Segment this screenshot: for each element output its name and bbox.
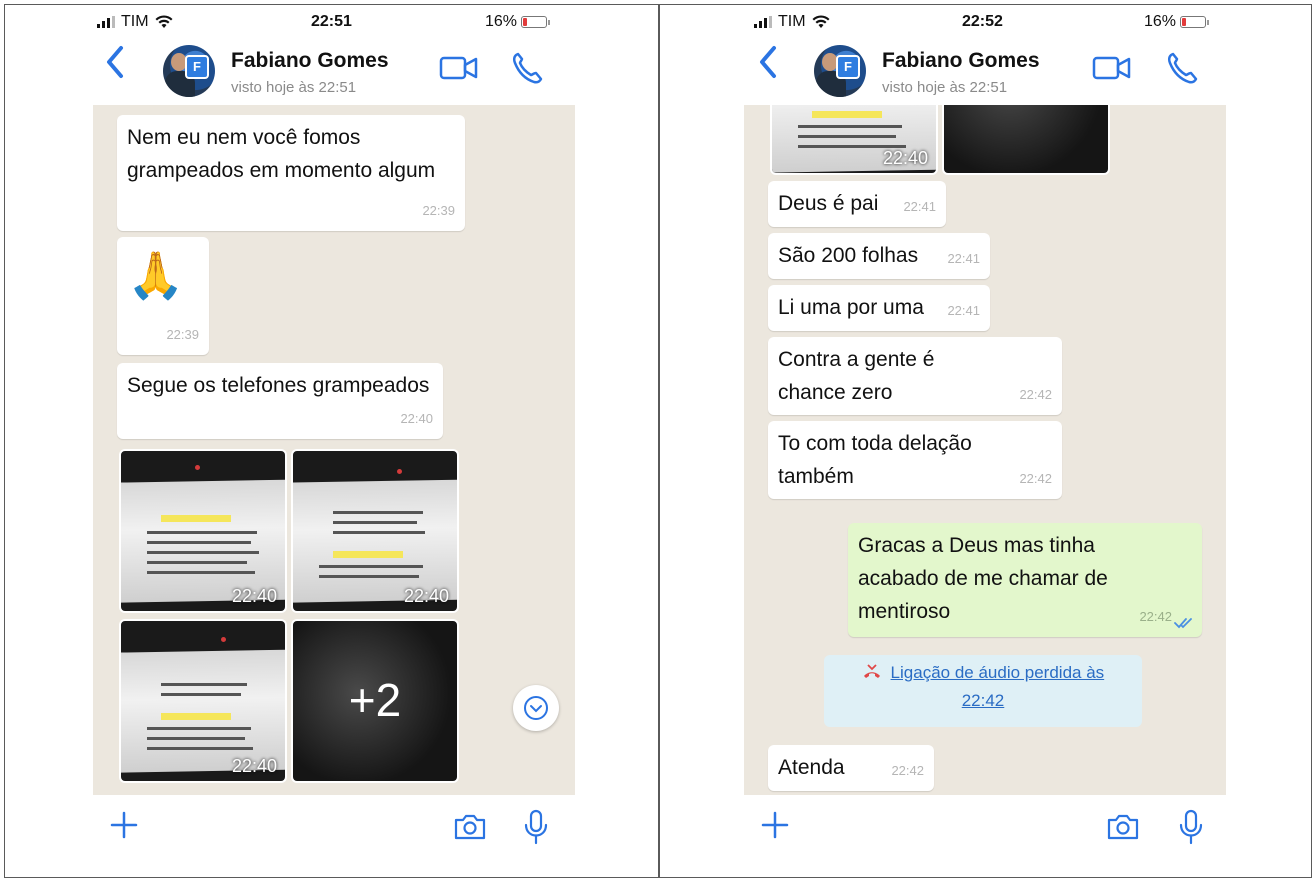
message-bubble[interactable]: Nem eu nem você fomos grampeados em mome… — [117, 115, 465, 231]
message-text: Nem eu nem você fomos grampeados em mome… — [127, 126, 436, 182]
battery-percent: 16% — [485, 13, 518, 30]
last-seen: visto hoje às 22:51 — [882, 79, 1008, 96]
image-thumbnail[interactable]: 22:40 — [291, 449, 459, 613]
image-thumbnail[interactable]: 22:40 — [119, 619, 287, 783]
image-time: 22:40 — [403, 586, 449, 606]
carrier-label: TIM — [121, 13, 149, 30]
input-bar — [5, 797, 658, 869]
avatar[interactable]: F — [814, 45, 866, 97]
wifi-icon — [155, 15, 173, 28]
message-text: Segue os telefones grampeados — [127, 374, 430, 397]
signal-icon — [754, 16, 772, 28]
image-time: 22:40 — [231, 756, 277, 776]
battery-icon — [1180, 16, 1210, 28]
scroll-down-button[interactable] — [513, 685, 559, 731]
carrier-group: TIM — [97, 13, 173, 31]
status-bar: TIM 22:51 16% — [5, 9, 658, 35]
message-text: Gracas a Deus mas tinha acabado de me ch… — [858, 534, 1108, 623]
status-time: 22:51 — [311, 13, 352, 30]
chat-area[interactable]: 22:40 Deus é pai 22:41 São 200 folhas 22… — [744, 105, 1226, 795]
message-time: 22:41 — [947, 251, 980, 266]
message-bubble[interactable]: Li uma por uma 22:41 — [768, 285, 990, 331]
contact-name[interactable]: Fabiano Gomes — [882, 49, 1040, 73]
chat-header: F Fabiano Gomes visto hoje às 22:51 — [5, 39, 658, 107]
video-call-icon[interactable] — [439, 55, 479, 86]
message-time: 22:42 — [1019, 471, 1052, 486]
message-bubble[interactable]: São 200 folhas 22:41 — [768, 233, 990, 279]
missed-call-line1: Ligação de áudio perdida às — [834, 659, 1132, 687]
message-bubble[interactable]: 🙏 22:39 — [117, 237, 209, 355]
battery-icon — [521, 16, 551, 28]
chat-header: F Fabiano Gomes visto hoje às 22:51 — [660, 39, 1311, 107]
message-text: To com toda delação também — [778, 432, 972, 488]
status-time: 22:52 — [962, 13, 1003, 30]
plus-icon[interactable] — [760, 807, 790, 850]
contact-name[interactable]: Fabiano Gomes — [231, 49, 389, 73]
right-screenshot: TIM 22:52 16% F Fabiano Gomes visto hoje… — [659, 4, 1312, 878]
message-time: 22:39 — [166, 327, 199, 342]
message-bubble[interactable]: Deus é pai 22:41 — [768, 181, 946, 227]
wifi-icon — [812, 15, 830, 28]
outgoing-message-bubble[interactable]: Gracas a Deus mas tinha acabado de me ch… — [848, 523, 1202, 637]
last-seen: visto hoje às 22:51 — [231, 79, 357, 96]
chat-area[interactable]: Nem eu nem você fomos grampeados em mome… — [93, 105, 575, 795]
avatar[interactable]: F — [163, 45, 215, 97]
battery-group: 16% — [485, 13, 551, 31]
double-check-icon — [1174, 618, 1192, 629]
more-images-count: +2 — [348, 674, 402, 726]
back-icon[interactable] — [105, 45, 125, 88]
message-bubble[interactable]: To com toda delação também 22:42 — [768, 421, 1062, 499]
missed-call-icon — [863, 664, 880, 678]
battery-group: 16% — [1144, 13, 1210, 31]
carrier-group: TIM — [754, 13, 830, 31]
camera-icon[interactable] — [1106, 813, 1140, 846]
left-screenshot: TIM 22:51 16% F Fabiano Gomes visto hoje… — [4, 4, 659, 878]
status-bar: TIM 22:52 16% — [660, 9, 1311, 35]
image-more-overlay[interactable]: +2 — [291, 619, 459, 783]
image-thumbnail[interactable] — [942, 105, 1110, 175]
message-bubble[interactable]: Contra a gente é chance zero 22:42 — [768, 337, 1062, 415]
input-bar — [660, 797, 1311, 869]
missed-call-notice[interactable]: Ligação de áudio perdida às 22:42 — [824, 655, 1142, 727]
missed-call-text: Ligação de áudio perdida às — [890, 663, 1105, 682]
message-time: 22:42 — [891, 763, 924, 778]
chevron-down-icon — [524, 696, 548, 720]
phone-icon[interactable] — [1166, 51, 1198, 90]
carrier-label: TIM — [778, 13, 806, 30]
image-thumbnail[interactable]: 22:40 — [119, 449, 287, 613]
plus-icon[interactable] — [109, 807, 139, 850]
image-thumbnail[interactable]: 22:40 — [770, 105, 938, 175]
video-call-icon[interactable] — [1092, 55, 1132, 86]
message-time: 22:42 — [1019, 387, 1052, 402]
image-time: 22:40 — [231, 586, 277, 606]
signal-icon — [97, 16, 115, 28]
phone-icon[interactable] — [511, 51, 543, 90]
message-time: 22:41 — [903, 199, 936, 214]
image-time: 22:40 — [882, 148, 928, 168]
back-icon[interactable] — [758, 45, 778, 88]
microphone-icon[interactable] — [1178, 809, 1204, 850]
message-time: 22:39 — [422, 203, 455, 218]
message-bubble[interactable]: Segue os telefones grampeados 22:40 — [117, 363, 443, 439]
missed-call-time: 22:42 — [961, 691, 1005, 710]
message-bubble[interactable]: Atenda 22:42 — [768, 745, 934, 791]
microphone-icon[interactable] — [523, 809, 549, 850]
message-time: 22:41 — [947, 303, 980, 318]
message-text: Contra a gente é chance zero — [778, 348, 935, 404]
message-emoji: 🙏 — [127, 249, 185, 301]
battery-percent: 16% — [1144, 13, 1177, 30]
message-time: 22:42 — [1139, 609, 1172, 624]
message-time: 22:40 — [400, 411, 433, 426]
camera-icon[interactable] — [453, 813, 487, 846]
